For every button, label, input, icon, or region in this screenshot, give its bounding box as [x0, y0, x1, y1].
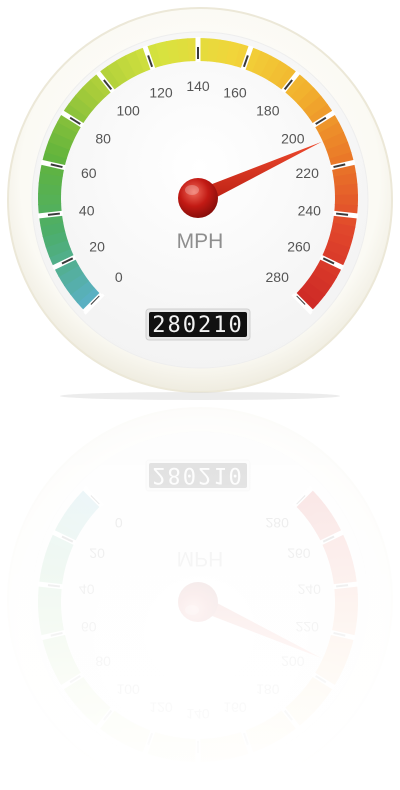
speed-label-240: 240 [298, 203, 322, 219]
arc-segment [334, 183, 358, 196]
speed-label-100: 100 [116, 102, 140, 118]
speed-label-40: 40 [79, 203, 95, 219]
speed-label-180: 180 [256, 102, 280, 118]
speed-label-0: 0 [115, 269, 123, 285]
reflection-fade [0, 400, 400, 790]
speed-label-140: 140 [186, 78, 210, 94]
main-gauge: 020406080100120 140 160180200220240260280 … [7, 7, 393, 393]
speed-label-280: 280 [266, 269, 290, 285]
unit-label: MPH [177, 230, 224, 253]
speed-label-260: 260 [287, 239, 311, 255]
speed-label-120: 120 [149, 84, 173, 100]
speedometer-scene: 0 20 40 60 80 100 120 140 160 180 200 220 240 260 280 … [0, 0, 400, 790]
speed-label-60: 60 [81, 165, 97, 181]
gauge-shadow [60, 392, 340, 400]
speed-label-200: 200 [281, 130, 305, 146]
speedometer-gauge: 020406080100120 140 160180200220240260280 … [0, 7, 400, 790]
odometer: 280210 [145, 308, 251, 341]
speed-label-20: 20 [89, 239, 105, 255]
needle-hub [178, 178, 218, 218]
hub-highlight [185, 185, 199, 195]
arc-segment [37, 193, 62, 206]
major-tick [336, 212, 349, 216]
odometer-reading: 280210 [152, 313, 243, 338]
speed-label-160: 160 [223, 84, 247, 100]
speed-label-220: 220 [296, 165, 320, 181]
speed-label-80: 80 [95, 130, 111, 146]
major-tick [47, 212, 60, 216]
